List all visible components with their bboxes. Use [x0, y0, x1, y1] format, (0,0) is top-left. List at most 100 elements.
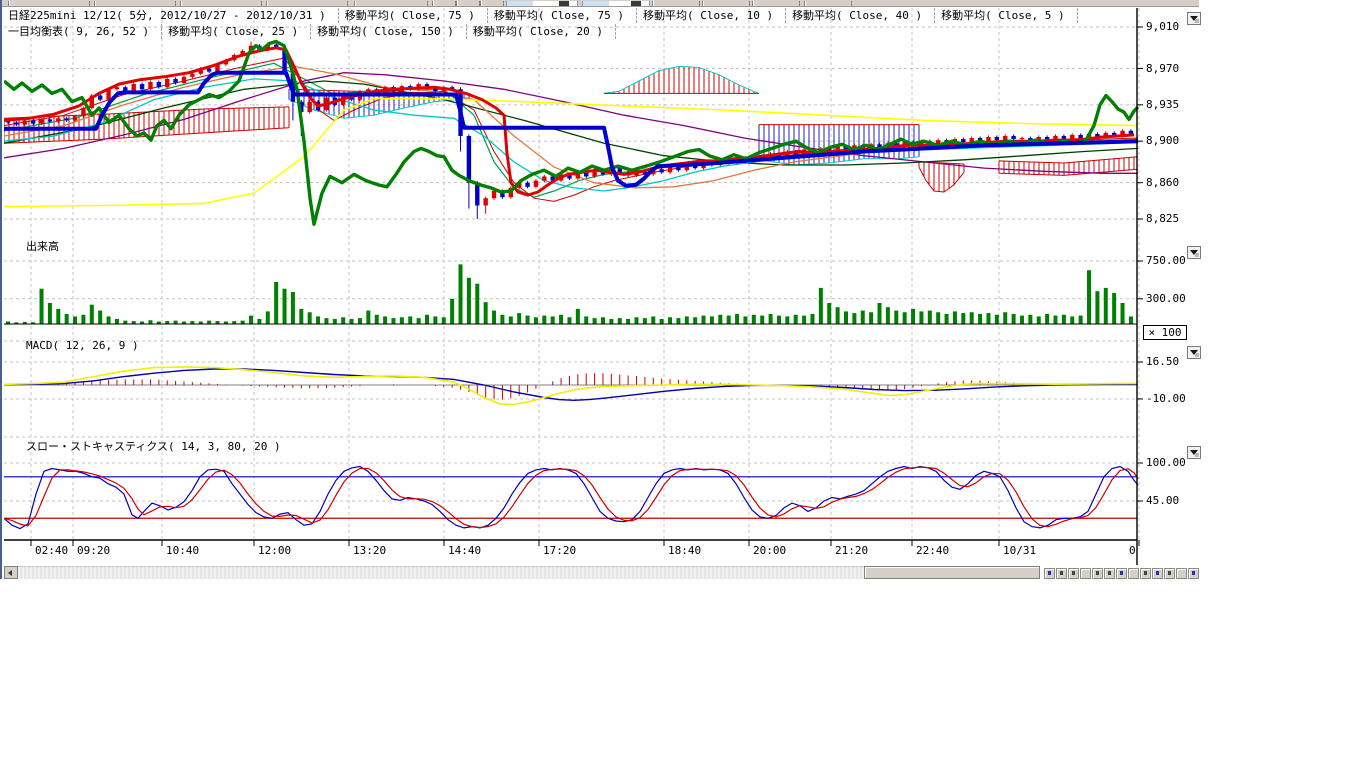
- volume-bar: [718, 315, 722, 324]
- stoch-axis-label: 100.00: [1146, 456, 1186, 469]
- mini-toolbar-button[interactable]: [1188, 568, 1199, 579]
- volume-bar: [676, 318, 680, 324]
- volume-bar: [1112, 293, 1116, 324]
- time-axis-label: 10/31: [1003, 544, 1036, 557]
- price-axis-label: 8,860: [1146, 176, 1179, 189]
- chart-window: 日経225mini 12/12( 5分, 2012/10/27 - 2012/1…: [0, 0, 1199, 579]
- volume-bar: [919, 311, 923, 324]
- time-axis-label: 21:20: [835, 544, 868, 557]
- macd-pane-label: MACD( 12, 26, 9 ): [26, 339, 139, 352]
- mini-toolbar-button[interactable]: [1128, 568, 1139, 579]
- time-axis-label: 02:40: [35, 544, 68, 557]
- volume-bar: [1070, 316, 1074, 324]
- time-axis-label: 22:40: [916, 544, 949, 557]
- volume-bar: [660, 319, 664, 324]
- volume-bar: [609, 319, 613, 324]
- volume-bar: [643, 318, 647, 324]
- volume-bar: [727, 316, 731, 324]
- volume-bar: [869, 312, 873, 324]
- stoch-pane-dropdown-button[interactable]: [1187, 446, 1201, 459]
- candle: [98, 95, 102, 99]
- volume-bar: [107, 316, 111, 324]
- volume-bar: [391, 318, 395, 324]
- mini-toolbar-button[interactable]: [1140, 568, 1151, 579]
- volume-bar: [953, 311, 957, 324]
- mini-toolbar-button[interactable]: [1080, 568, 1091, 579]
- horizontal-scrollbar[interactable]: [4, 566, 1201, 579]
- mini-toolbar-button[interactable]: [1164, 568, 1175, 579]
- volume-bar: [433, 316, 437, 324]
- mini-toolbar-button[interactable]: [1104, 568, 1115, 579]
- volume-pane-dropdown-button[interactable]: [1187, 246, 1201, 259]
- stoch-pane-label: スロー・ストキャスティクス( 14, 3, 80, 20 ): [26, 438, 281, 454]
- volume-bar: [903, 312, 907, 324]
- volume-bar: [383, 316, 387, 324]
- indicator-label: 移動平均( Close, 75 ): [339, 8, 488, 23]
- candle: [165, 79, 169, 87]
- candle: [140, 84, 144, 89]
- time-axis-label: 10:40: [166, 544, 199, 557]
- volume-bar: [425, 315, 429, 324]
- volume-bar: [408, 316, 412, 324]
- time-axis-label: 14:40: [448, 544, 481, 557]
- time-axis-label: 12:00: [258, 544, 291, 557]
- mini-toolbar-button[interactable]: [1092, 568, 1103, 579]
- candle: [157, 82, 161, 87]
- volume-bar: [1121, 303, 1125, 324]
- chart-canvas[interactable]: [4, 7, 1201, 579]
- candle: [534, 181, 538, 187]
- volume-bar: [241, 321, 245, 324]
- volume-bar: [115, 319, 119, 324]
- macd-pane-dropdown-button[interactable]: [1187, 346, 1201, 359]
- mini-toolbar-button[interactable]: [1056, 568, 1067, 579]
- indicator-label: 一目均衡表( 9, 26, 52 ): [6, 24, 162, 39]
- chart-area[interactable]: 日経225mini 12/12( 5分, 2012/10/27 - 2012/1…: [4, 7, 1201, 579]
- volume-bar: [844, 311, 848, 324]
- volume-bar: [911, 309, 915, 324]
- scrollbar-track[interactable]: [18, 566, 864, 579]
- volume-bar: [442, 317, 446, 324]
- mini-toolbar: [1044, 568, 1200, 579]
- volume-bar: [450, 299, 454, 324]
- mini-toolbar-button[interactable]: [1068, 568, 1079, 579]
- price-pane-dropdown-button[interactable]: [1187, 12, 1201, 25]
- volume-bar: [509, 316, 513, 324]
- volume-bar: [500, 315, 504, 324]
- mini-toolbar-button[interactable]: [1176, 568, 1187, 579]
- volume-bar: [1037, 316, 1041, 324]
- volume-bar: [651, 316, 655, 324]
- volume-bar: [417, 318, 421, 324]
- volume-bar: [618, 318, 622, 324]
- indicator-label: 日経225mini 12/12( 5分, 2012/10/27 - 2012/1…: [6, 8, 339, 23]
- volume-bar: [1020, 316, 1024, 324]
- volume-bar: [752, 315, 756, 324]
- candle: [1003, 136, 1007, 140]
- candle: [659, 169, 663, 172]
- mini-toolbar-button[interactable]: [1152, 568, 1163, 579]
- volume-bar: [274, 282, 278, 324]
- mini-toolbar-button[interactable]: [1044, 568, 1055, 579]
- volume-bar: [1054, 316, 1058, 324]
- volume-bar: [484, 302, 488, 324]
- time-axis-label: 18:40: [668, 544, 701, 557]
- volume-bar: [928, 311, 932, 324]
- scroll-left-button[interactable]: [4, 566, 18, 579]
- top-toolbar-cutoff: [2, 0, 1199, 7]
- candle: [14, 122, 18, 124]
- volume-bar: [584, 316, 588, 324]
- volume-bar: [400, 317, 404, 324]
- volume-bar: [601, 317, 605, 324]
- volume-bar: [341, 317, 345, 324]
- volume-bar: [567, 317, 571, 324]
- volume-bar: [123, 321, 127, 324]
- volume-bar: [249, 316, 253, 324]
- volume-bar: [375, 315, 379, 324]
- candle: [173, 79, 177, 83]
- volume-bar: [693, 317, 697, 324]
- candle: [148, 82, 152, 89]
- scrollbar-thumb[interactable]: [864, 566, 1040, 579]
- mini-toolbar-button[interactable]: [1116, 568, 1127, 579]
- volume-bar: [794, 315, 798, 324]
- candle: [73, 116, 77, 120]
- volume-bar: [148, 320, 152, 324]
